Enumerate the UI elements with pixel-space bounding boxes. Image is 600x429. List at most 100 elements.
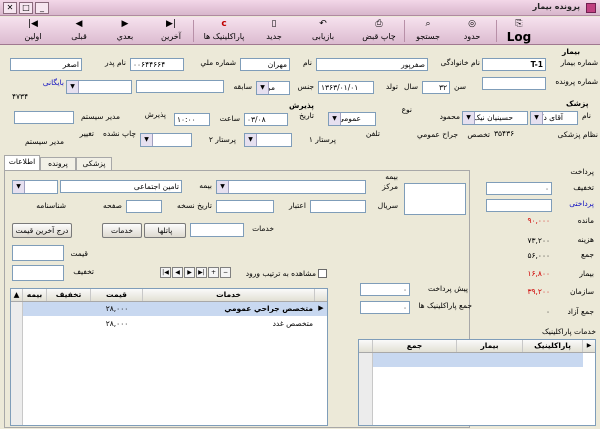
pay-discount-field[interactable]: ۰ (486, 182, 552, 195)
nav-last-icon[interactable]: ▶| (196, 267, 207, 278)
doctor-name-select[interactable]: ▼ حسینیان نیک (462, 111, 528, 125)
prepay-field[interactable]: ۰ (360, 283, 410, 296)
first-record-button[interactable]: |◀ اولین (14, 17, 52, 45)
credit-label: اعتبار (289, 201, 306, 210)
insurance-select[interactable]: ▼ (12, 180, 58, 194)
log-icon: ⎘ (515, 19, 523, 29)
nurse1-select[interactable]: ▼ (244, 133, 292, 147)
services-field[interactable] (190, 223, 244, 237)
vertical-scrollbar[interactable] (359, 353, 373, 425)
chevron-down-icon[interactable]: ▼ (329, 113, 341, 125)
org-share-value: ۳۹,۲۰۰ (527, 287, 550, 296)
services-grid[interactable]: ▲ بیمه تخفیف قیمت خدمات ۲۸,۰۰۰ متخصص جرا… (10, 288, 328, 426)
tab-medical[interactable]: پزشکی (76, 157, 112, 170)
previous-record-icon: ◀ (75, 19, 83, 29)
nav-delete-icon[interactable]: − (220, 267, 231, 278)
chevron-down-icon[interactable]: ▼ (217, 181, 229, 193)
cell-service: متخصص جراحي عمومي (224, 304, 313, 313)
para-total-field[interactable]: ۰ (360, 301, 410, 314)
nav-first-icon[interactable]: |◀ (160, 267, 171, 278)
discount-label: تخفیف (73, 267, 94, 276)
national-id-label: شماره ملي (200, 58, 236, 67)
credit-field[interactable] (216, 200, 274, 213)
chevron-down-icon[interactable]: ▼ (257, 82, 269, 94)
paraclinic-label: خدمات پاراکلینیک (542, 327, 596, 336)
center-select[interactable]: ▼ (216, 180, 366, 194)
new-button[interactable]: ▯ جدید (254, 17, 294, 45)
table-row[interactable] (373, 353, 583, 367)
chevron-down-icon[interactable]: ▼ (531, 112, 543, 124)
year-label: سال (403, 82, 418, 91)
tab-file[interactable]: پرونده (40, 157, 76, 170)
limits-button[interactable]: ◎ حدود (452, 17, 492, 45)
doctor-name-label: نام (582, 111, 592, 120)
doctor-title-select[interactable]: ▼ آقای دکتر (530, 111, 578, 125)
archive-select[interactable]: ▼ (66, 80, 132, 94)
restore-button[interactable]: ↶ بازیابی (300, 17, 346, 45)
gender-select[interactable]: ▼ مرد (256, 81, 290, 95)
chevron-down-icon[interactable]: ▼ (463, 112, 475, 124)
nav-prev-icon[interactable]: ◀ (172, 267, 183, 278)
nav-next-icon[interactable]: ▶ (184, 267, 195, 278)
table-row[interactable]: ۲۸,۰۰۰ متخصص غدد (23, 317, 327, 331)
cell-insurance (23, 317, 47, 331)
chevron-down-icon[interactable]: ▼ (245, 134, 257, 146)
father-name-field[interactable]: اصغر (10, 58, 82, 71)
maximize-window-icon[interactable]: □ (19, 2, 33, 14)
nurse2-select[interactable]: ▼ (140, 133, 192, 147)
packages-button[interactable]: پاتلها (144, 223, 186, 238)
file-no-field[interactable] (482, 77, 546, 90)
print-receipt-button[interactable]: ⎙ چاپ قبض (356, 17, 402, 45)
para-total-label: جمع پاراکلینیک ها (418, 301, 472, 310)
history-label: سابقه (233, 82, 252, 91)
last-name-field[interactable]: صفرپور (316, 58, 428, 71)
cost-value: ۷۳,۲۰۰ (527, 236, 550, 245)
insert-last-price-button[interactable]: درج آخرین قیمت (12, 223, 72, 238)
page-value (68, 200, 94, 213)
rx-date-field[interactable] (126, 200, 162, 213)
admission-time-field[interactable]: ۱۰:۰۰ (174, 113, 210, 126)
discount-field[interactable] (12, 265, 64, 281)
med-no-value: ۳۵۴۳۶ (494, 129, 515, 138)
tab-info[interactable]: اطلاعات (4, 155, 40, 170)
admit-extra-field[interactable] (14, 111, 74, 124)
next-record-button[interactable]: ▶ بعدي (106, 17, 144, 45)
order-checkbox[interactable] (318, 269, 327, 278)
serial-field[interactable] (310, 200, 366, 213)
free-total-label: جمع آزاد (567, 307, 594, 316)
insurance-type-field[interactable]: تامین اجتماعی (60, 180, 182, 193)
chevron-down-icon[interactable]: ▼ (13, 181, 25, 193)
history-field[interactable] (136, 80, 224, 93)
services-button[interactable]: خدمات (102, 223, 142, 238)
paraclinic-grid[interactable]: جمع بیمار پاراکلینیک ▶ (358, 339, 596, 426)
print-status-label: چاپ نشده (102, 129, 136, 138)
insurance-notes-field[interactable] (404, 183, 466, 215)
minimize-window-icon[interactable]: _ (35, 2, 49, 14)
first-name-field[interactable]: مهران (240, 58, 290, 71)
search-button[interactable]: ⌕ جستجو (408, 17, 448, 45)
gender-label: جنس (297, 82, 314, 91)
vertical-scrollbar[interactable] (11, 302, 23, 425)
chevron-down-icon[interactable]: ▼ (141, 134, 153, 146)
previous-record-button[interactable]: ◀ قبلی (60, 17, 98, 45)
col-price: قیمت (91, 289, 143, 301)
birth-date-field[interactable]: ۱۳۶۳/۰۱/۰۱ (318, 81, 374, 94)
log-button[interactable]: ⎘ Log (500, 17, 538, 45)
paraclinic-button[interactable]: c پاراکلینیک ها (196, 17, 252, 45)
nurse2-label: پرستار ۲ (208, 135, 236, 144)
chevron-down-icon[interactable]: ▼ (67, 81, 79, 93)
admission-date-field[interactable]: ۰۳/۰۸ (244, 113, 288, 126)
window-title: پرونده بیمار (532, 2, 580, 11)
col-para-name: پاراکلینیک (523, 340, 583, 352)
pay-field[interactable] (486, 199, 552, 212)
price-field[interactable] (12, 245, 64, 261)
nav-add-icon[interactable]: + (208, 267, 219, 278)
national-id-field[interactable]: ۰۰۶۴۴۶۶۴ (130, 58, 184, 71)
age-field[interactable]: ۳۲ (422, 81, 450, 94)
change-user: مدیر سیستم (24, 137, 64, 146)
doctor-type-select[interactable]: ▼ عمومی (328, 112, 376, 126)
patient-no-field[interactable]: T-1 (482, 58, 546, 71)
last-record-button[interactable]: ▶| آخرین (152, 17, 190, 45)
table-row[interactable]: ۲۸,۰۰۰ متخصص جراحي عمومي ▶ (23, 302, 327, 316)
close-window-icon[interactable]: ✕ (3, 2, 17, 14)
